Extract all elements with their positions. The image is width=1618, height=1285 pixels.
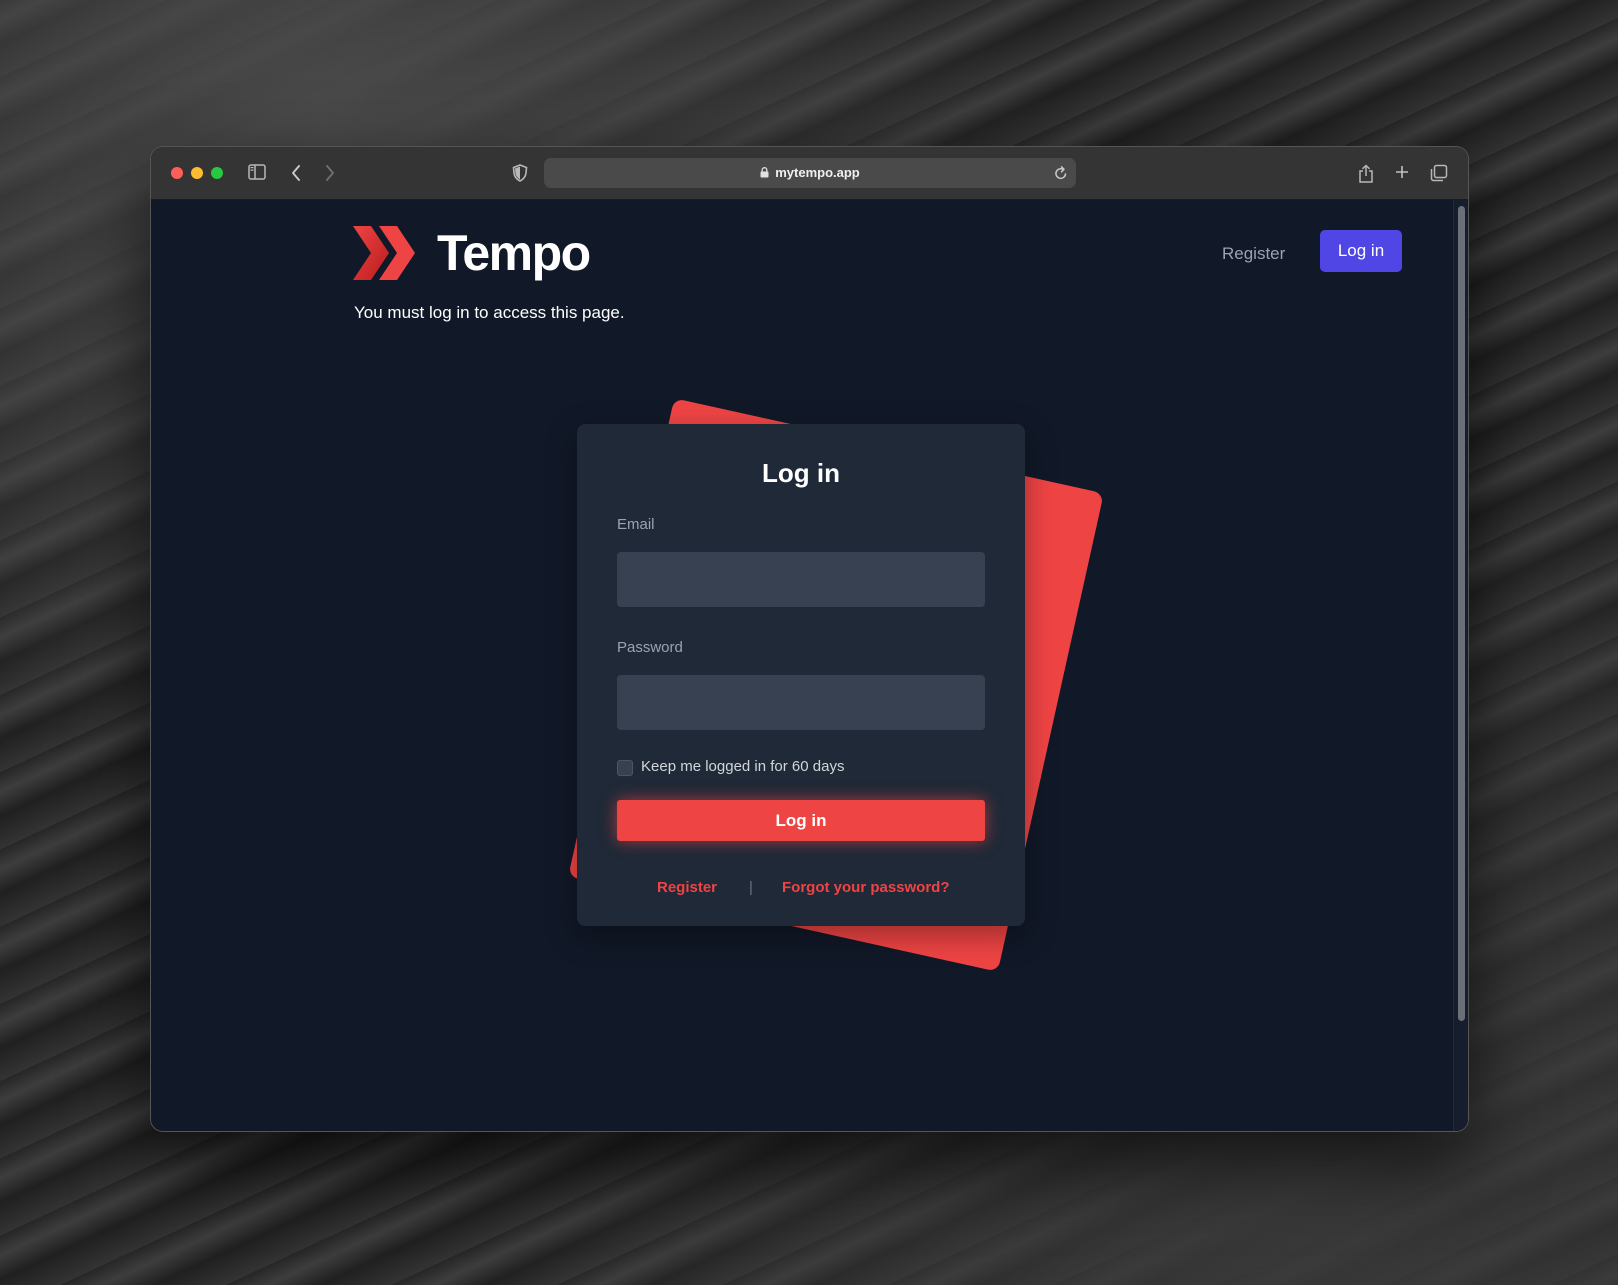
chevron-logo-icon bbox=[353, 226, 415, 280]
login-title: Log in bbox=[762, 458, 840, 488]
password-label: Password bbox=[617, 639, 683, 656]
url-text: mytempo.app bbox=[775, 165, 860, 180]
chevron-right-icon[interactable] bbox=[324, 160, 340, 186]
maximize-window-button[interactable] bbox=[211, 167, 223, 179]
plus-icon[interactable] bbox=[1394, 160, 1412, 186]
login-card: Log in Email Password Keep me logged in … bbox=[577, 424, 1025, 926]
sidebar-icon[interactable] bbox=[248, 160, 268, 186]
remember-me-checkbox[interactable] bbox=[617, 760, 633, 776]
logo-text: Tempo bbox=[437, 225, 591, 281]
forgot-password-link[interactable]: Forgot your password? bbox=[782, 879, 950, 896]
chevron-left-icon[interactable] bbox=[290, 160, 306, 186]
address-bar[interactable]: mytempo.app bbox=[544, 158, 1076, 188]
link-divider: | bbox=[749, 879, 753, 896]
remember-me-label[interactable]: Keep me logged in for 60 days bbox=[641, 758, 844, 775]
share-icon[interactable] bbox=[1358, 160, 1376, 186]
register-link[interactable]: Register bbox=[657, 879, 717, 896]
page-content: Tempo Register Log in You must log in to… bbox=[151, 200, 1468, 1131]
minimize-window-button[interactable] bbox=[191, 167, 203, 179]
password-field[interactable] bbox=[617, 675, 985, 730]
close-window-button[interactable] bbox=[171, 167, 183, 179]
access-notice: You must log in to access this page. bbox=[354, 303, 625, 322]
email-field[interactable] bbox=[617, 552, 985, 607]
tempo-logo[interactable]: Tempo bbox=[353, 224, 591, 282]
tabs-overview-icon[interactable] bbox=[1430, 160, 1450, 186]
email-label: Email bbox=[617, 516, 655, 533]
shield-icon[interactable] bbox=[512, 160, 530, 186]
browser-window: mytempo.app Tempo Register Log in You mu… bbox=[151, 147, 1468, 1131]
nav-login-button[interactable]: Log in bbox=[1320, 230, 1402, 272]
scrollbar-thumb[interactable] bbox=[1458, 206, 1465, 1021]
reload-icon[interactable] bbox=[1054, 165, 1068, 186]
nav-register-link[interactable]: Register bbox=[1222, 233, 1285, 275]
browser-toolbar: mytempo.app bbox=[151, 147, 1468, 200]
lock-icon bbox=[760, 159, 769, 189]
scrollbar[interactable] bbox=[1453, 200, 1468, 1131]
login-submit-button[interactable]: Log in bbox=[617, 800, 985, 841]
